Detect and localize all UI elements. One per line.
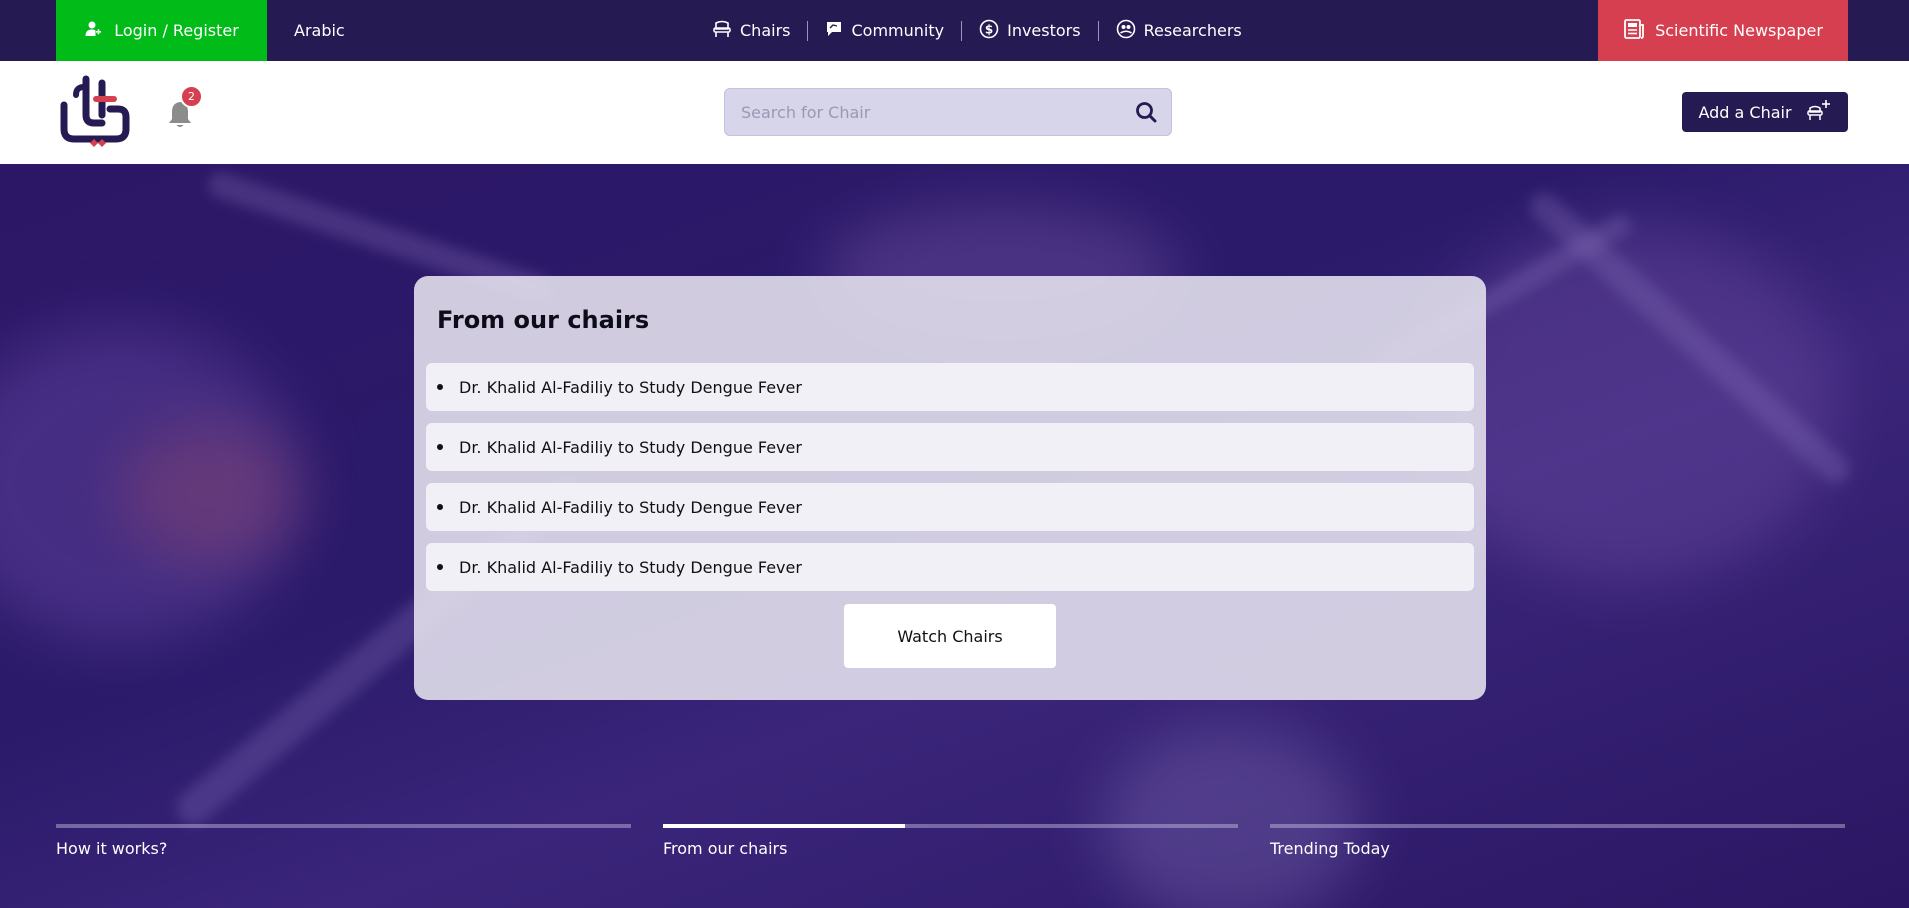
site-header: 2 Add a Chair	[0, 61, 1909, 164]
list-item[interactable]: Dr. Khalid Al-Fadiliy to Study Dengue Fe…	[426, 363, 1474, 411]
slider-tabs: How it works? From our chairs Trending T…	[56, 824, 1848, 864]
slide-progress-track	[56, 824, 631, 828]
language-switch-arabic[interactable]: Arabic	[294, 0, 345, 61]
user-add-icon	[84, 20, 102, 42]
search-input[interactable]	[741, 89, 1121, 135]
slide-progress-track	[1270, 824, 1845, 828]
chat-icon	[825, 20, 843, 42]
svg-text:$: $	[985, 22, 993, 36]
site-logo[interactable]	[56, 75, 132, 149]
nav-item-researchers[interactable]: Researchers	[1099, 19, 1259, 43]
hero-slider: From our chairs Dr. Khalid Al-Fadiliy to…	[0, 164, 1909, 908]
search-icon[interactable]	[1135, 101, 1157, 123]
nav-item-community[interactable]: Community	[808, 20, 961, 42]
dollar-coin-icon: $	[979, 19, 999, 43]
top-bar: Login / Register Arabic Chairs Community…	[0, 0, 1909, 61]
chairs-list: Dr. Khalid Al-Fadiliy to Study Dengue Fe…	[426, 363, 1474, 603]
slide-progress-track	[663, 824, 1238, 828]
researchers-icon	[1116, 19, 1136, 43]
nav-label-chairs: Chairs	[740, 21, 791, 40]
add-chair-label: Add a Chair	[1698, 102, 1792, 122]
nav-label-investors: Investors	[1007, 21, 1081, 40]
from-our-chairs-card: From our chairs Dr. Khalid Al-Fadiliy to…	[414, 276, 1486, 700]
watch-chairs-button[interactable]: Watch Chairs	[844, 604, 1056, 668]
main-nav: Chairs Community $ Investors Researchers	[712, 0, 1259, 61]
slide-tab-from-our-chairs[interactable]: From our chairs	[663, 824, 1238, 864]
scientific-newspaper-button[interactable]: Scientific Newspaper	[1598, 0, 1848, 61]
slide-tab-label: From our chairs	[663, 839, 788, 858]
slide-progress-bar	[663, 824, 905, 828]
add-chair-button[interactable]: Add a Chair	[1682, 92, 1848, 132]
bullet-icon	[437, 384, 443, 390]
list-item-label: Dr. Khalid Al-Fadiliy to Study Dengue Fe…	[459, 497, 802, 517]
chair-icon	[712, 20, 732, 42]
hero-background-shape	[1100, 724, 1360, 908]
list-item-label: Dr. Khalid Al-Fadiliy to Study Dengue Fe…	[459, 377, 802, 397]
slide-tab-trending-today[interactable]: Trending Today	[1270, 824, 1845, 864]
nav-item-investors[interactable]: $ Investors	[962, 19, 1097, 43]
nav-label-community: Community	[851, 21, 945, 40]
list-item[interactable]: Dr. Khalid Al-Fadiliy to Study Dengue Fe…	[426, 483, 1474, 531]
nav-item-chairs[interactable]: Chairs	[712, 20, 807, 42]
bullet-icon	[437, 444, 443, 450]
list-item[interactable]: Dr. Khalid Al-Fadiliy to Study Dengue Fe…	[426, 543, 1474, 591]
login-register-label: Login / Register	[114, 21, 239, 40]
login-register-button[interactable]: Login / Register	[56, 0, 267, 61]
nav-label-researchers: Researchers	[1143, 21, 1242, 40]
slide-tab-label: Trending Today	[1270, 839, 1390, 858]
scientific-newspaper-label: Scientific Newspaper	[1655, 21, 1823, 40]
slide-tab-how-it-works[interactable]: How it works?	[56, 824, 631, 864]
list-item-label: Dr. Khalid Al-Fadiliy to Study Dengue Fe…	[459, 437, 802, 457]
card-title: From our chairs	[437, 306, 650, 334]
newspaper-icon	[1623, 18, 1645, 44]
bullet-icon	[437, 504, 443, 510]
list-item-label: Dr. Khalid Al-Fadiliy to Study Dengue Fe…	[459, 557, 802, 577]
search-bar	[724, 88, 1172, 136]
list-item[interactable]: Dr. Khalid Al-Fadiliy to Study Dengue Fe…	[426, 423, 1474, 471]
bullet-icon	[437, 564, 443, 570]
notification-count-badge: 2	[180, 85, 203, 108]
slide-tab-label: How it works?	[56, 839, 168, 858]
add-chair-icon	[1806, 98, 1832, 126]
hero-background-shape	[120, 424, 300, 564]
